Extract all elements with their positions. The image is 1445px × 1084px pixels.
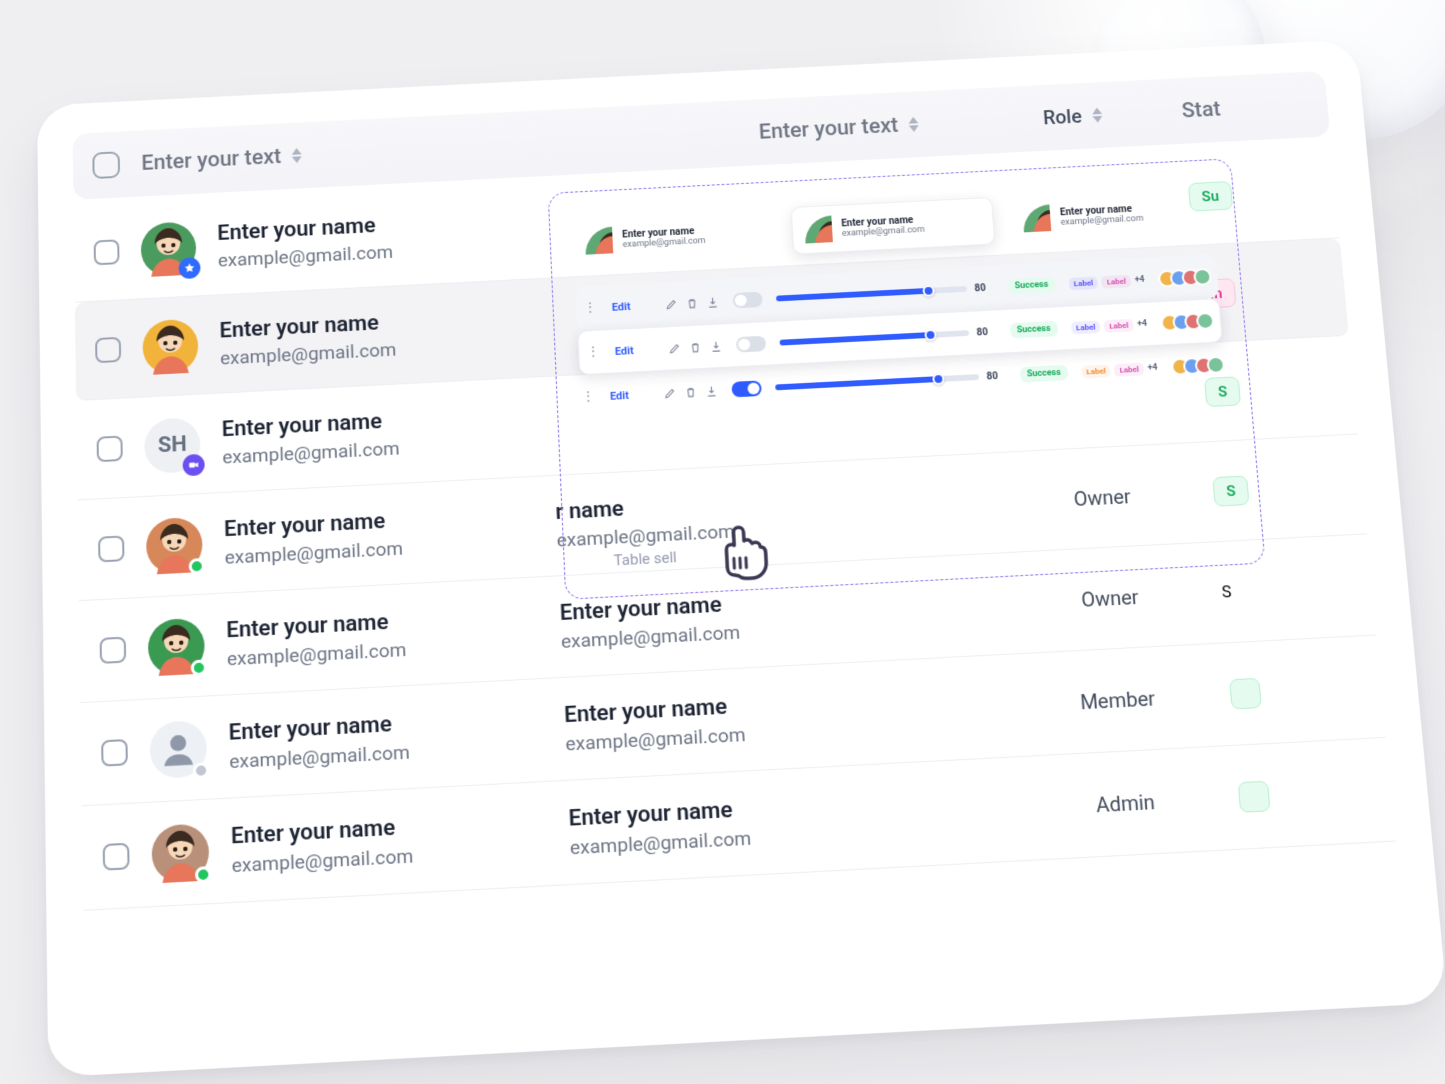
table-panel: Enter your text Enter your text Role <box>37 39 1445 1077</box>
table-body: Enter your name example@gmail.com Su Ente… <box>73 140 1432 911</box>
role-cell <box>998 295 1175 304</box>
column-header-label: Stat <box>1180 97 1221 122</box>
column-header-label: Role <box>1042 105 1082 129</box>
status-cell <box>1229 672 1362 709</box>
status-text: S <box>1221 582 1232 601</box>
status-dot-icon <box>192 762 209 779</box>
column-header-role[interactable]: Role <box>984 101 1161 132</box>
status-badge: S <box>1212 475 1249 506</box>
column-header-text-2[interactable]: Enter your text <box>758 110 965 144</box>
user-info: Enter your name example@gmail.com <box>228 704 543 773</box>
select-all-checkbox[interactable] <box>92 151 120 179</box>
status-badge <box>1229 677 1261 709</box>
role-cell: Owner <box>1011 481 1192 514</box>
user-info-secondary: r name example@gmail.com <box>554 478 991 552</box>
row-checkbox[interactable] <box>101 738 128 766</box>
status-cell: In <box>1195 273 1325 308</box>
avatar[interactable] <box>147 617 204 676</box>
user-info-secondary: Enter your name example@gmail.com <box>568 783 1014 859</box>
video-badge-icon <box>182 453 204 476</box>
status-cell: S <box>1203 371 1334 407</box>
status-badge: Su <box>1187 181 1232 212</box>
user-info-secondary <box>551 403 983 425</box>
sort-icon[interactable] <box>907 117 920 133</box>
sort-icon[interactable] <box>1090 107 1103 123</box>
status-cell <box>1237 775 1371 812</box>
role-cell: Admin <box>1033 786 1217 820</box>
column-header-status[interactable]: Stat <box>1180 93 1308 123</box>
user-info: Enter your name example@gmail.com <box>217 206 523 271</box>
status-cell: S <box>1221 576 1353 602</box>
avatar[interactable]: SH <box>144 416 201 473</box>
user-info-secondary: Enter your name example@gmail.com <box>563 680 1006 755</box>
row-checkbox[interactable] <box>98 535 124 562</box>
status-badge <box>1237 780 1270 812</box>
column-header-text-1[interactable]: Enter your text <box>141 141 348 175</box>
user-info: Enter your name example@gmail.com <box>219 303 527 369</box>
user-info-secondary: Enter your name example@gmail.com <box>559 578 999 652</box>
row-checkbox[interactable] <box>102 842 129 870</box>
sort-icon[interactable] <box>290 148 302 164</box>
user-info: Enter your name example@gmail.com <box>230 807 547 877</box>
star-badge-icon <box>178 257 200 279</box>
user-info: Enter your name example@gmail.com <box>221 402 531 468</box>
user-info: Enter your name example@gmail.com <box>223 501 534 568</box>
status-dot-icon <box>190 659 206 676</box>
user-info-secondary <box>543 208 970 230</box>
row-checkbox[interactable] <box>93 239 119 265</box>
status-cell: S <box>1212 470 1344 506</box>
role-cell: Owner <box>1018 581 1200 614</box>
row-checkbox[interactable] <box>99 636 126 663</box>
status-cell: Su <box>1187 176 1316 211</box>
user-info-secondary <box>547 305 976 327</box>
column-header-label: Enter your text <box>141 145 281 176</box>
avatar[interactable] <box>151 823 209 883</box>
status-badge: In <box>1195 278 1235 309</box>
status-dot-icon <box>188 557 204 574</box>
role-cell <box>991 198 1167 207</box>
avatar[interactable] <box>145 516 202 574</box>
avatar[interactable] <box>140 221 196 277</box>
row-checkbox[interactable] <box>95 336 121 362</box>
status-badge: S <box>1203 376 1240 407</box>
avatar[interactable] <box>149 719 207 779</box>
role-cell: Member <box>1026 683 1209 717</box>
role-cell <box>1005 393 1183 402</box>
status-dot-icon <box>194 866 211 883</box>
row-checkbox[interactable] <box>96 435 122 462</box>
avatar[interactable] <box>142 318 198 375</box>
user-info: Enter your name example@gmail.com <box>226 602 539 670</box>
scene-background: Enter your text Enter your text Role <box>0 0 1445 1084</box>
column-header-label: Enter your text <box>758 113 899 143</box>
